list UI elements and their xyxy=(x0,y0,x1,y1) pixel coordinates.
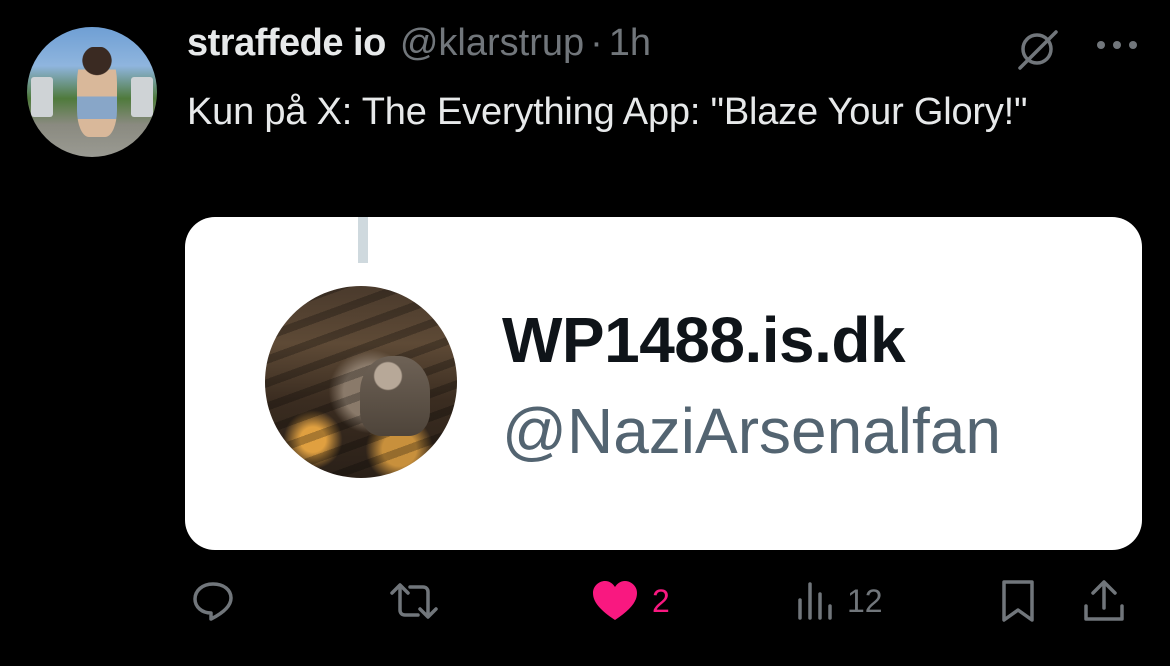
views-count: 12 xyxy=(847,582,883,619)
grok-icon[interactable] xyxy=(1014,26,1060,72)
display-name[interactable]: straffede io xyxy=(187,22,386,65)
embedded-avatar-figure xyxy=(360,356,430,436)
tweet-header: straffede io @klarstrup · 1h xyxy=(187,22,651,72)
avatar-photo-detail xyxy=(31,77,53,117)
timestamp[interactable]: 1h xyxy=(609,22,651,65)
avatar-photo-person xyxy=(77,47,117,137)
heart-filled-icon xyxy=(593,581,637,620)
reply-icon xyxy=(193,582,233,621)
embedded-handle: @NaziArsenalfan xyxy=(502,395,1001,467)
views-icon xyxy=(798,582,832,620)
avatar-photo-detail xyxy=(131,77,153,117)
repost-icon xyxy=(390,583,438,619)
tweet-text: Kun på X: The Everything App: "Blaze You… xyxy=(187,91,1028,133)
like-button[interactable]: 2 xyxy=(590,578,670,624)
separator-dot: · xyxy=(590,22,603,64)
like-count: 2 xyxy=(652,582,670,619)
share-icon xyxy=(1084,580,1124,621)
more-options-icon[interactable] xyxy=(1094,38,1140,52)
views-button[interactable]: 12 xyxy=(795,578,883,624)
repost-button[interactable] xyxy=(388,578,440,624)
tweet[interactable]: straffede io @klarstrup · 1h Kun på X: T… xyxy=(0,0,1170,666)
bookmark-icon xyxy=(1002,580,1034,622)
avatar[interactable] xyxy=(27,27,157,157)
share-button[interactable] xyxy=(1081,578,1127,624)
user-handle[interactable]: @klarstrup xyxy=(400,22,584,65)
embedded-image-card[interactable]: WP1488.is.dk @NaziArsenalfan xyxy=(185,217,1142,550)
reply-button[interactable] xyxy=(190,578,236,624)
embedded-display-name: WP1488.is.dk xyxy=(502,304,906,376)
embedded-avatar xyxy=(265,286,457,478)
thread-line xyxy=(358,217,368,263)
bookmark-button[interactable] xyxy=(998,578,1038,624)
